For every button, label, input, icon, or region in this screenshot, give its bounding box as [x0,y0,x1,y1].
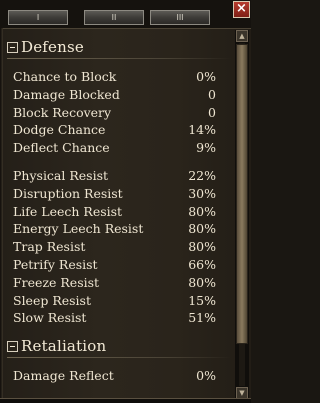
stat-value: 9% [196,140,216,156]
stat-row-chance-to-block: Chance to Block 0% [13,68,216,86]
stat-label: Damage Blocked [13,86,120,102]
stat-row-sleep-resist: Sleep Resist 15% [13,292,216,310]
stat-row-dodge-chance: Dodge Chance 14% [13,121,216,139]
defense-group-2: Physical Resist 22% Disruption Resist 30… [7,167,229,327]
tab-strip: I II III × [0,0,251,29]
stat-row-freeze-resist: Freeze Resist 80% [13,274,216,292]
section-divider [7,357,231,359]
stat-label: Petrify Resist [13,256,98,272]
stat-value: 66% [188,256,216,272]
retaliation-section-header[interactable]: Retaliation [7,335,229,357]
stat-row-disruption-resist: Disruption Resist 30% [13,185,216,203]
retaliation-group: Damage Reflect 0% [7,367,229,385]
scroll-thumb[interactable] [236,44,248,344]
collapse-minus-icon[interactable] [7,41,18,53]
stat-label: Sleep Resist [13,292,91,308]
stat-row-life-leech-resist: Life Leech Resist 80% [13,203,216,221]
stat-label: Slow Resist [13,310,87,326]
stat-value: 0% [196,69,216,84]
stat-value: 15% [188,292,216,308]
stat-label: Chance to Block [13,69,117,84]
scrollbar[interactable]: ▲ ▼ [235,30,249,399]
scroll-up-icon[interactable]: ▲ [236,30,248,42]
collapse-minus-icon[interactable] [7,340,18,352]
stat-value: 80% [188,221,216,237]
defense-group-1: Chance to Block 0% Damage Blocked 0 Bloc… [7,68,229,157]
tab-2[interactable]: II [84,10,144,25]
stat-label: Block Recovery [13,104,112,120]
section-divider [7,58,231,59]
tab-1[interactable]: I [8,10,68,25]
stat-value: 30% [188,185,216,201]
character-stats-panel: I II III × Defense Chance to Block 0% Da… [0,0,251,403]
retaliation-section-title: Retaliation [21,337,107,356]
stat-value: 0 [208,86,216,102]
frame-left [0,28,3,403]
close-icon: × [236,1,247,16]
tab-3[interactable]: III [150,10,210,25]
stat-label: Disruption Resist [13,185,123,201]
stats-content: Defense Chance to Block 0% Damage Blocke… [7,36,231,385]
defense-section-title: Defense [21,38,84,56]
stat-value: 0% [196,368,216,384]
stat-row-energy-leech-resist: Energy Leech Resist 80% [13,220,216,238]
stat-value: 0 [208,104,216,120]
close-button[interactable]: × [233,1,250,18]
stat-label: Trap Resist [13,239,86,255]
stat-label: Energy Leech Resist [13,221,144,237]
stat-row-damage-blocked: Damage Blocked 0 [13,86,216,104]
defense-section-header[interactable]: Defense [7,36,229,58]
stat-value: 80% [188,203,216,219]
stat-label: Dodge Chance [13,122,106,138]
stat-row-block-recovery: Block Recovery 0 [13,104,216,122]
stat-label: Deflect Chance [13,140,110,156]
stat-value: 14% [188,122,216,138]
stat-label: Damage Reflect [13,368,114,384]
stat-label: Freeze Resist [13,274,100,290]
stat-label: Physical Resist [13,167,109,183]
stat-row-petrify-resist: Petrify Resist 66% [13,256,216,274]
stat-value: 51% [188,310,216,326]
stat-row-slow-resist: Slow Resist 51% [13,309,216,327]
stat-value: 80% [188,239,216,255]
stat-label: Life Leech Resist [13,203,123,219]
stat-row-physical-resist: Physical Resist 22% [13,167,216,185]
frame-bottom [0,398,251,403]
stat-value: 22% [188,167,216,183]
stat-value: 80% [188,274,216,290]
stat-row-deflect-chance: Deflect Chance 9% [13,139,216,157]
stat-row-damage-reflect: Damage Reflect 0% [13,367,216,385]
stat-row-trap-resist: Trap Resist 80% [13,238,216,256]
